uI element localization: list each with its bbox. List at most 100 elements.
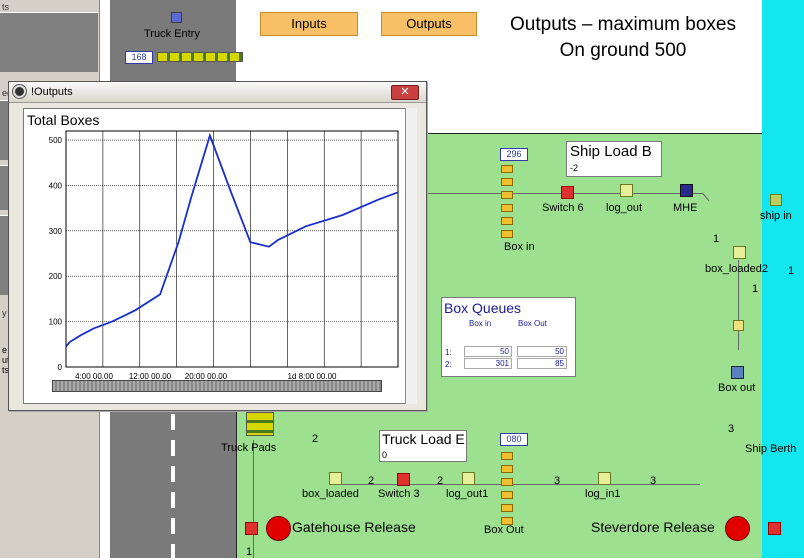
edge-label: 2 [437, 475, 444, 487]
log-out-icon[interactable] [620, 184, 633, 197]
y-tick-label: 500 [49, 136, 63, 145]
box-out-crane-icon[interactable] [731, 366, 744, 379]
edge-label: 1 [752, 283, 759, 295]
log-in1-label: log_in1 [585, 488, 621, 500]
outputs-button[interactable]: Outputs [381, 12, 477, 36]
inputs-button[interactable]: Inputs [260, 12, 358, 36]
box-slot [501, 204, 513, 212]
box-slot [501, 465, 513, 473]
switch3-label: Switch 3 [378, 488, 420, 500]
log-out-label: log_out [606, 202, 643, 214]
left-panel-top-label: ts [2, 2, 10, 12]
heading-line1: Outputs – maximum boxes [510, 14, 736, 35]
close-icon[interactable]: ✕ [391, 85, 419, 100]
edge-label: 3 [728, 423, 735, 435]
box-slot [501, 491, 513, 499]
box-loaded-icon[interactable] [329, 472, 342, 485]
box-queues-row-label: 2: [445, 360, 452, 369]
app-icon [13, 85, 26, 98]
gatehouse-light-icon[interactable] [266, 516, 291, 541]
y-tick-label: 0 [58, 363, 63, 372]
edge-label: 2 [312, 433, 319, 445]
box-in-count: 296 [500, 148, 528, 161]
box-slot [501, 178, 513, 186]
y-tick-label: 200 [49, 272, 63, 281]
steverdore-light-icon[interactable] [725, 516, 750, 541]
window-title: !Outputs [31, 86, 73, 98]
x-tick-label: 1d 8:00 00.00 [288, 372, 337, 379]
box-queues-col2: Box Out [518, 319, 547, 328]
window-titlebar[interactable]: !Outputs ✕ [9, 82, 426, 103]
edge-label: 1 [246, 546, 253, 558]
ship-load-panel: Ship Load B -2 [566, 141, 662, 177]
box-loaded-label: box_loaded [302, 488, 359, 500]
steverdore-label: Steverdore Release [591, 519, 715, 535]
gatehouse-label: Gatehouse Release [292, 519, 416, 535]
switch3-icon[interactable] [397, 473, 410, 486]
box-slot [501, 191, 513, 199]
box-in-label: Box in [504, 241, 535, 253]
ship-switch-icon[interactable] [768, 522, 781, 535]
plot-frame [65, 130, 399, 368]
ship-berth-label: Ship Berth [745, 443, 797, 455]
truck-pads-icon[interactable] [246, 412, 274, 436]
ship-load-title: Ship Load B [570, 143, 652, 160]
edge-label: 3 [650, 475, 657, 487]
heading-line2: On ground 500 [559, 40, 687, 61]
box-out-label: Box Out [484, 524, 524, 536]
box-slot [501, 452, 513, 460]
box-queues-cell: 301 [464, 358, 512, 369]
box-queues-cell: 85 [517, 358, 567, 369]
box-loaded2-icon[interactable] [733, 246, 746, 259]
outputs-window[interactable]: !Outputs ✕ Total Boxes 0 100 200 300 400 500 4:… [8, 81, 427, 411]
series-line [65, 132, 399, 348]
left-panel-low-label: y [2, 308, 7, 318]
box-slot [501, 504, 513, 512]
left-panel-bottom-label: e [2, 345, 8, 355]
edge-label: 3 [554, 475, 561, 487]
chart-title: Total Boxes [27, 112, 99, 128]
edge-label: 1 [788, 265, 795, 277]
box-out-count: 080 [500, 433, 528, 446]
truck-entry-icon[interactable] [171, 12, 182, 23]
box-out-node-icon[interactable] [733, 320, 744, 331]
x-tick-label: 12:00 00.00 [129, 372, 172, 379]
log-in1-icon[interactable] [598, 472, 611, 485]
switch6-label: Switch 6 [542, 202, 584, 214]
x-tick-label: 20:00 00.00 [185, 372, 228, 379]
gatehouse-switch-icon[interactable] [245, 522, 258, 535]
truck-load-value: 0 [382, 450, 388, 460]
edge-label: 1 [713, 233, 720, 245]
box-queues-cell: 50 [517, 346, 567, 357]
box-slot [501, 230, 513, 238]
x-tick-label: 4:00 00.00 [75, 372, 113, 379]
flow-line [330, 484, 700, 485]
page-heading: Outputs – maximum boxes On ground 500 [488, 12, 758, 64]
switch6-icon[interactable] [561, 186, 574, 199]
mhe-icon[interactable] [680, 184, 693, 197]
chart-area: Total Boxes 0 100 200 300 400 500 4:00 00.00 12:… [23, 108, 417, 404]
flow-line [253, 440, 254, 558]
truck-queue-icon[interactable] [157, 52, 243, 62]
ship-in-icon[interactable] [770, 194, 782, 206]
y-tick-label: 300 [49, 227, 63, 236]
left-panel-block [0, 12, 98, 72]
truck-entry-label: Truck Entry [144, 28, 200, 40]
y-tick-label: 100 [49, 318, 63, 327]
truck-load-title: Truck Load E [382, 431, 465, 447]
ship-load-value: -2 [570, 163, 579, 173]
box-slot [501, 165, 513, 173]
chart-svg: Total Boxes 0 100 200 300 400 500 4:00 00.00 12:… [27, 112, 399, 379]
box-queues-title: Box Queues [444, 300, 522, 316]
log-out1-icon[interactable] [462, 472, 475, 485]
edge-label: 2 [368, 475, 375, 487]
horizontal-scrollbar[interactable] [52, 380, 382, 392]
box-loaded2-label: box_loaded2 [705, 263, 769, 275]
box-queues-cell: 50 [464, 346, 512, 357]
truck-load-panel: Truck Load E 0 [379, 430, 467, 462]
log-out1-label: log_out1 [446, 488, 489, 500]
truck-entry-count: 168 [125, 51, 153, 64]
ship-in-label: ship in [760, 210, 792, 222]
box-slot [501, 217, 513, 225]
vertical-scrollbar[interactable] [405, 108, 417, 404]
